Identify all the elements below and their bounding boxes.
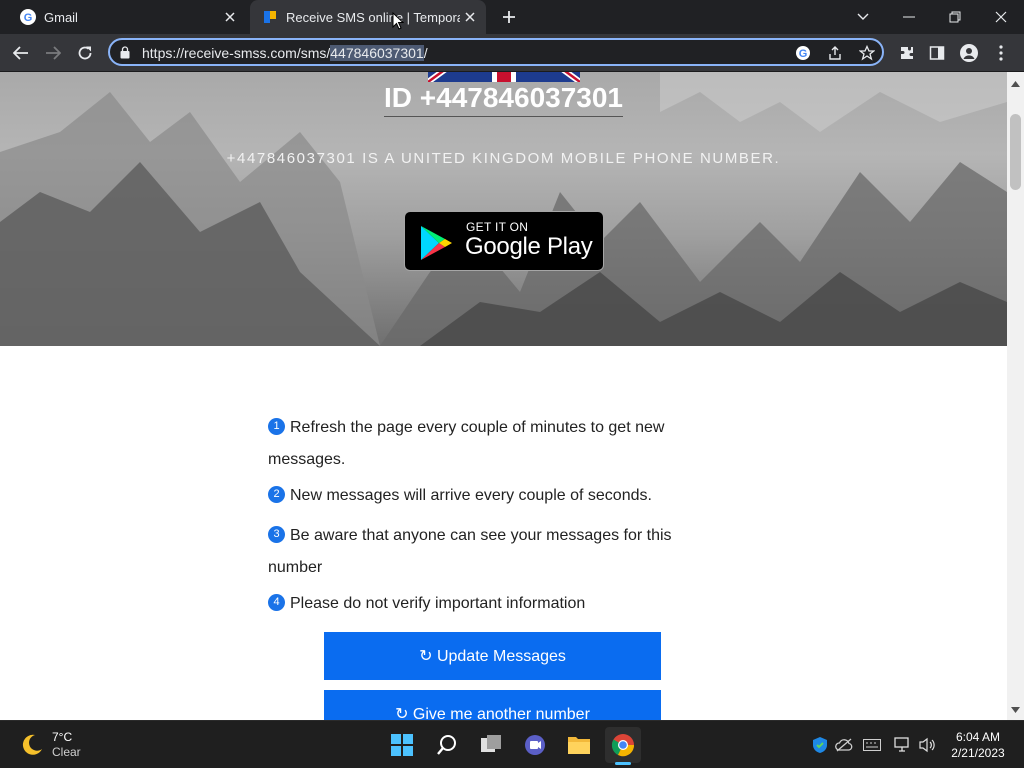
windows-taskbar: 7°C Clear 6:04 AM 2/21/2023: [0, 720, 1024, 768]
google-play-icon: [421, 226, 452, 260]
mouse-cursor-icon: [392, 12, 404, 30]
url-prefix: https://receive-smss.com/sms/: [142, 45, 331, 61]
instruction-text: Be aware that anyone can see your messag…: [268, 527, 672, 576]
instruction-text: Please do not verify important informati…: [290, 595, 586, 612]
instruction-text: New messages will arrive every couple of…: [290, 487, 652, 504]
bookmark-star-icon[interactable]: [858, 44, 876, 62]
keyboard-icon[interactable]: [862, 735, 882, 755]
start-button[interactable]: [384, 727, 420, 763]
tab-title: Gmail: [44, 9, 78, 25]
weather-widget[interactable]: 7°C Clear: [20, 730, 81, 760]
tab-receive-sms[interactable]: Receive SMS online | Temporary P: [250, 0, 486, 34]
weather-condition: Clear: [52, 745, 81, 759]
back-button[interactable]: [6, 38, 36, 68]
menu-kebab-icon[interactable]: [986, 38, 1016, 68]
number-badge: 3: [268, 526, 285, 543]
number-badge: 1: [268, 418, 285, 435]
hero-banner: ID +447846037301 +447846037301 IS A UNIT…: [0, 72, 1007, 346]
file-explorer-button[interactable]: [561, 727, 597, 763]
instruction-text: Refresh the page every couple of minutes…: [268, 419, 665, 468]
list-item: 4 Please do not verify important informat…: [268, 588, 688, 620]
forward-button[interactable]: [38, 38, 68, 68]
reload-button[interactable]: [70, 38, 100, 68]
defender-shield-icon[interactable]: [810, 735, 830, 755]
number-badge: 2: [268, 486, 285, 503]
teams-chat-button[interactable]: [517, 727, 553, 763]
weather-temperature: 7°C: [52, 730, 73, 744]
minimize-button[interactable]: [886, 0, 932, 34]
tab-search-button[interactable]: [840, 0, 886, 34]
search-icon: [437, 735, 456, 755]
scroll-up-icon[interactable]: [1011, 74, 1020, 92]
tab-strip: G Gmail Receive SMS online | Temporary P: [0, 0, 1024, 34]
hero-subtitle: +447846037301 IS A UNITED KINGDOM MOBILE…: [226, 150, 781, 167]
tab-gmail[interactable]: G Gmail: [8, 0, 246, 34]
close-tab-icon[interactable]: [220, 7, 240, 27]
page-title: ID +447846037301: [384, 82, 623, 117]
url-suffix: /: [423, 45, 428, 61]
scroll-down-icon[interactable]: [1011, 700, 1020, 718]
active-app-indicator: [615, 762, 631, 765]
google-play-small-text: GET IT ON: [466, 220, 529, 234]
close-tab-icon[interactable]: [460, 7, 480, 27]
extensions-icon[interactable]: [892, 38, 922, 68]
address-bar[interactable]: https://receive-smss.com/sms/44784603730…: [108, 38, 884, 66]
list-item: 1 Refresh the page every couple of minute…: [268, 412, 688, 476]
list-item: 2 New messages will arrive every couple o…: [268, 480, 688, 512]
profile-avatar[interactable]: [954, 38, 984, 68]
system-clock[interactable]: 6:04 AM 2/21/2023: [940, 729, 1016, 761]
network-icon[interactable]: [893, 735, 913, 755]
scrollbar-thumb[interactable]: [1010, 114, 1021, 190]
search-button[interactable]: [429, 727, 465, 763]
tab-title: Receive SMS online | Temporary P: [286, 9, 460, 25]
svg-text:G: G: [799, 48, 808, 60]
chat-icon: [525, 735, 545, 755]
clock-time: 6:04 AM: [955, 730, 1001, 744]
new-tab-button[interactable]: [498, 6, 520, 28]
browser-toolbar: https://receive-smss.com/sms/44784603730…: [0, 34, 1024, 72]
number-badge: 4: [268, 594, 285, 611]
task-view-icon: [481, 735, 501, 752]
google-lens-icon[interactable]: G: [794, 44, 812, 62]
url-selected-text: 447846037301: [330, 45, 424, 61]
clock-date: 2/21/2023: [951, 746, 1005, 760]
hero-id-wrapper: ID +447846037301: [0, 82, 1007, 117]
uk-flag-icon: [428, 72, 580, 82]
another-number-button[interactable]: ↻ Give me another number: [324, 690, 661, 720]
volume-icon[interactable]: [918, 735, 938, 755]
page-scrollbar[interactable]: [1007, 72, 1024, 720]
chrome-icon: [611, 734, 635, 757]
side-panel-icon[interactable]: [922, 38, 952, 68]
google-play-big-text: Google Play: [465, 233, 593, 260]
restore-button[interactable]: [932, 0, 978, 34]
close-window-button[interactable]: [978, 0, 1024, 34]
google-icon: G: [20, 9, 36, 25]
folder-icon: [568, 737, 590, 754]
google-play-badge[interactable]: GET IT ON Google Play: [404, 211, 604, 271]
svg-text:G: G: [24, 12, 33, 24]
page-viewport: ID +447846037301 +447846037301 IS A UNIT…: [0, 72, 1007, 720]
list-item: 3 Be aware that anyone can see your messa…: [268, 520, 688, 584]
windows-logo-icon: [391, 734, 413, 756]
chrome-taskbar-button[interactable]: [605, 727, 641, 765]
task-view-button[interactable]: [473, 727, 509, 763]
site-favicon-icon: [262, 9, 278, 25]
share-icon[interactable]: [826, 44, 844, 62]
url-text[interactable]: https://receive-smss.com/sms/44784603730…: [142, 45, 428, 61]
moon-icon: [22, 734, 42, 755]
onedrive-icon[interactable]: [834, 735, 854, 755]
lock-icon[interactable]: [120, 46, 130, 64]
update-messages-button[interactable]: ↻ Update Messages: [324, 632, 661, 680]
